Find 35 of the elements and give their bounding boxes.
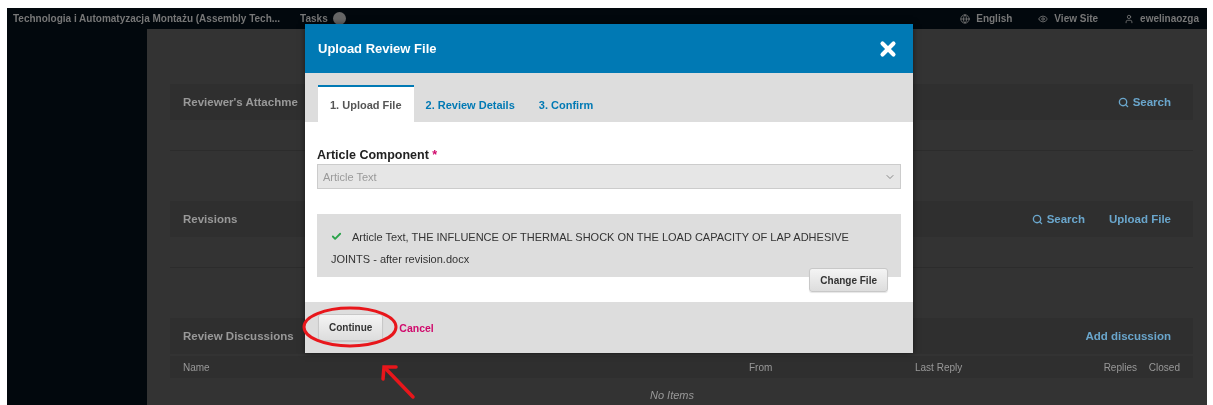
component-select[interactable]: Article Text (317, 164, 901, 189)
search-icon (1031, 213, 1043, 225)
column-header: From (749, 361, 774, 373)
search-link[interactable]: Search (1117, 96, 1171, 108)
step-tab[interactable]: 2. Review Details (413, 85, 527, 122)
column-header: Name (183, 361, 211, 373)
tasks-link[interactable]: Tasks (300, 13, 328, 24)
check-icon (331, 231, 342, 242)
search-icon (1117, 96, 1129, 108)
column-header: Replies (1102, 361, 1137, 373)
section-title: Review Discussions (183, 330, 294, 342)
change-file-button[interactable]: Change File (809, 268, 888, 292)
user-menu[interactable]: ewelinaozga (1124, 13, 1199, 24)
step-tab[interactable]: 1. Upload File (318, 85, 414, 122)
field-label: Article Component * (317, 148, 439, 162)
globe-icon (960, 13, 971, 24)
pointer-arrow (381, 365, 415, 399)
site-title[interactable]: Technologia i Automatyzacja Montażu (Assembly Tech... (13, 13, 281, 24)
search-link[interactable]: Search (1031, 213, 1085, 225)
section-title: Reviewer's Attachme (183, 96, 298, 108)
eye-icon (1038, 13, 1049, 24)
cancel-link[interactable]: Cancel (399, 321, 434, 334)
uploaded-file-name: Article Text, THE INFLUENCE OF THERMAL SHOCK ON THE LOAD CAPACITY OF LAP ADHESIVE JOINTS - after revision.docx (331, 230, 850, 267)
column-header: Closed (1147, 361, 1180, 373)
step-tab[interactable]: 3. Confirm (526, 85, 606, 122)
column-header: Last Reply (915, 361, 964, 373)
language-link[interactable]: English (960, 13, 1013, 24)
action-link[interactable]: Upload File (1109, 213, 1171, 225)
section-title: Revisions (183, 213, 238, 225)
user-icon (1124, 13, 1135, 24)
action-link[interactable]: Add discussion (1085, 330, 1171, 342)
view-site-link[interactable]: View Site (1038, 13, 1099, 24)
dialog-title: Upload Review File (318, 41, 437, 56)
continue-button[interactable]: Continue (318, 314, 384, 341)
empty-message: No Items (650, 389, 695, 401)
